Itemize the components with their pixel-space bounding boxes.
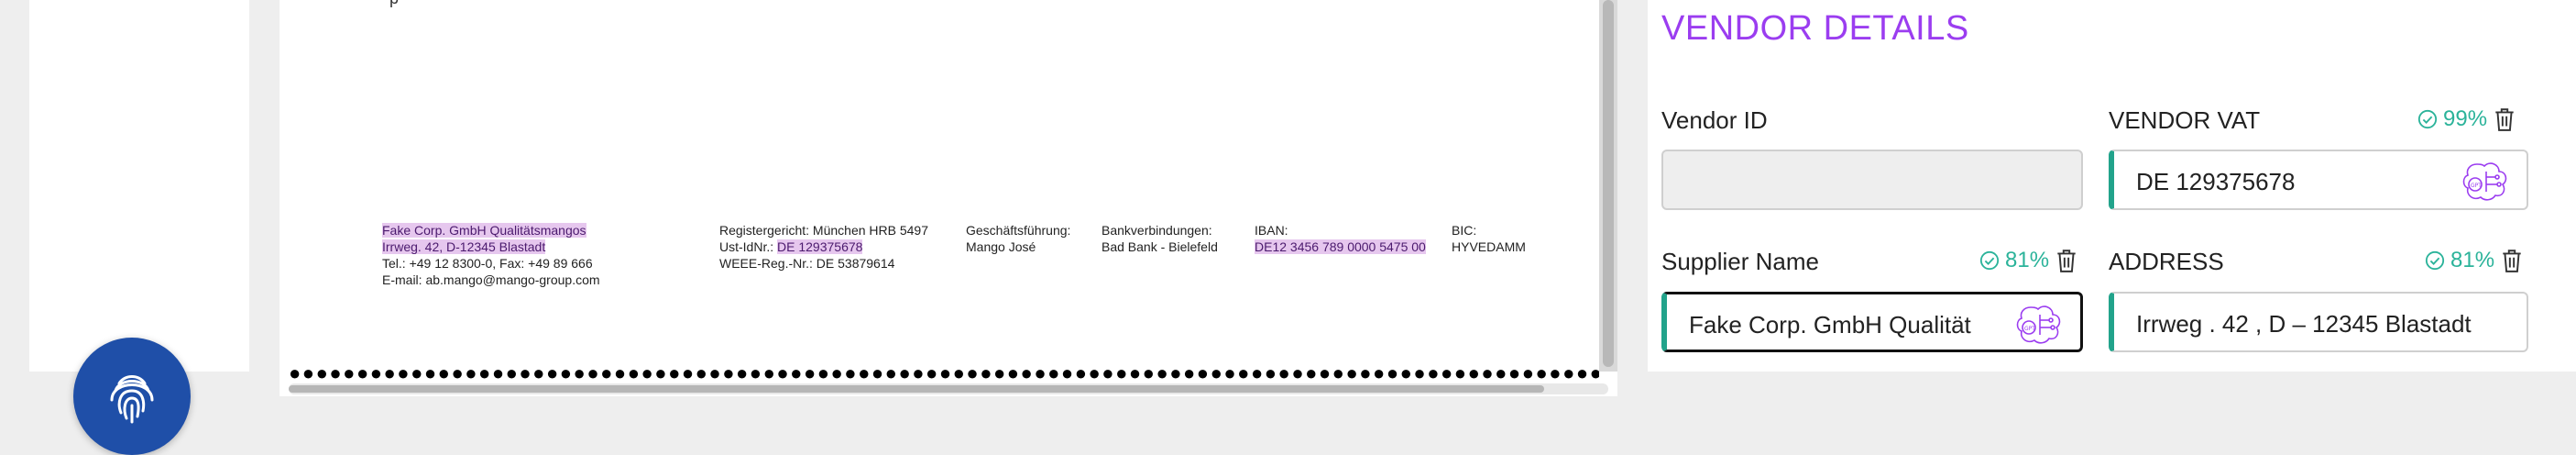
vendor-details-panel: VENDOR DETAILS Vendor ID VENDOR VAT 99% …: [1648, 0, 2576, 372]
fingerprint-button[interactable]: [73, 338, 191, 455]
bic-value: HYVEDAMM: [1452, 239, 1526, 254]
company-name: Fake Corp. GmbH Qualitätsmangos: [382, 223, 586, 238]
management-label: Geschäftsführung:: [966, 223, 1071, 238]
document-viewer[interactable]: p Fake Corp. GmbH Qualitätsmangos Irrweg…: [280, 0, 1617, 396]
vendor-vat-label: VENDOR VAT: [2109, 106, 2261, 134]
horizontal-scrollbar-thumb[interactable]: [289, 385, 1544, 393]
company-phone: Tel.: +49 12 8300-0, Fax: +49 89 666: [382, 256, 593, 271]
vertical-scrollbar[interactable]: [1599, 0, 1617, 372]
confidence-value: 81%: [2450, 248, 2495, 272]
vertical-scrollbar-thumb[interactable]: [1603, 0, 1614, 367]
footer-bank-block: Bankverbindungen: Bad Bank - Bielefeld: [1102, 222, 1218, 255]
bank-name: Bad Bank - Bielefeld: [1102, 239, 1218, 254]
horizontal-scrollbar[interactable]: [289, 383, 1608, 394]
check-circle-icon: [1979, 250, 2000, 271]
vendor-id-field[interactable]: [1661, 150, 2083, 210]
bank-label: Bankverbindungen:: [1102, 223, 1212, 238]
ust-value: DE 129375678: [777, 239, 863, 254]
document-text-fragment: p: [389, 0, 399, 8]
weee-number: WEEE-Reg.-Nr.: DE 53879614: [719, 256, 895, 271]
check-circle-icon: [2417, 109, 2438, 129]
footer-company-block: Fake Corp. GmbH Qualitätsmangos Irrweg. …: [382, 222, 600, 288]
footer-iban-block: IBAN: DE12 3456 789 0000 5475 00: [1255, 222, 1426, 255]
section-title: VENDOR DETAILS: [1661, 9, 1969, 48]
address-value: Irrweg . 42 , D – 12345 Blastadt: [2136, 310, 2472, 338]
svg-text:GPT: GPT: [2024, 326, 2035, 332]
confidence-value: 99%: [2443, 106, 2488, 131]
check-circle-icon: [2425, 250, 2445, 271]
trash-icon[interactable]: [2055, 248, 2078, 273]
supplier-name-label: Supplier Name: [1661, 248, 1819, 275]
vendor-id-label: Vendor ID: [1661, 106, 1768, 134]
left-sidebar: [29, 0, 249, 372]
vendor-vat-value: DE 129375678: [2136, 168, 2296, 195]
vendor-vat-confidence: 99%: [2417, 106, 2516, 132]
confidence-value: 81%: [2005, 248, 2050, 272]
iban-value: DE12 3456 789 0000 5475 00: [1255, 239, 1426, 254]
document-page: p Fake Corp. GmbH Qualitätsmangos Irrweg…: [280, 0, 1599, 380]
svg-text:GPT: GPT: [2471, 183, 2482, 189]
address-confidence: 81%: [2425, 248, 2524, 273]
company-email: E-mail: ab.mango@mango-group.com: [382, 272, 600, 287]
footer-bic-block: BIC: HYVEDAMM: [1452, 222, 1526, 255]
supplier-name-field[interactable]: Fake Corp. GmbH Qualität GPT: [1661, 292, 2083, 352]
footer-management-block: Geschäftsführung: Mango José: [966, 222, 1070, 255]
trash-icon[interactable]: [2500, 248, 2524, 273]
iban-label: IBAN:: [1255, 223, 1288, 238]
trash-icon[interactable]: [2493, 106, 2516, 132]
supplier-name-confidence: 81%: [1979, 248, 2078, 273]
fingerprint-icon: [110, 375, 154, 424]
ai-brain-icon[interactable]: GPT: [2459, 159, 2510, 205]
ust-label: Ust-IdNr.:: [719, 239, 774, 254]
address-field[interactable]: Irrweg . 42 , D – 12345 Blastadt: [2109, 292, 2528, 352]
footer-register-block: Registergericht: München HRB 5497 Ust-Id…: [719, 222, 928, 272]
supplier-name-value: Fake Corp. GmbH Qualität: [1689, 311, 1971, 338]
management-name: Mango José: [966, 239, 1036, 254]
company-street: Irrweg. 42, D-12345 Blastadt: [382, 239, 546, 254]
address-label: ADDRESS: [2109, 248, 2224, 275]
ai-brain-icon[interactable]: GPT: [2012, 302, 2064, 348]
page-perforation: ●●●●●●●●●●●●●●●●●●●●●●●●●●●●●●●●●●●●●●●●…: [289, 367, 1599, 380]
register-court: Registergericht: München HRB 5497: [719, 223, 929, 238]
bic-label: BIC:: [1452, 223, 1477, 238]
vendor-vat-field[interactable]: DE 129375678 GPT: [2109, 150, 2528, 210]
